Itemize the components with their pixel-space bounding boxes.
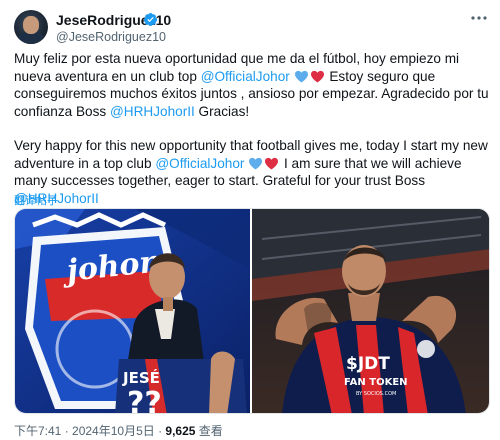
mention-link-hrhjohorii[interactable]: @HRHJohorII xyxy=(110,104,195,119)
avatar-face xyxy=(23,16,39,34)
blue-heart-emoji-icon xyxy=(249,157,263,170)
tweet-footer: 下午7:41 · 2024年10月5日 · 9,625 查看 xyxy=(14,422,223,439)
jersey-name: JESÉ xyxy=(122,368,160,387)
photo-player-in-kit[interactable]: $JDT FAN TOKEN BY SOCIOS.COM xyxy=(252,209,489,413)
tweet-paragraph-spanish: Muy feliz por esta nueva oportunidad que… xyxy=(14,50,490,120)
footer-separator: · xyxy=(61,424,73,438)
footer-separator: · xyxy=(154,424,166,438)
tweet-header: JeseRodriguez10 @JeseRodriguez10 xyxy=(0,0,500,48)
tweet-media-grid: johor JESÉ ?? $JDT FAN TOKEN BY SOCIOS.C… xyxy=(14,208,490,414)
red-heart-emoji-icon xyxy=(265,157,279,170)
photo-right-illustration: $JDT FAN TOKEN BY SOCIOS.COM xyxy=(252,209,489,413)
sponsor-sub-text: FAN TOKEN xyxy=(344,377,408,388)
sponsor-small-text: BY SOCIOS.COM xyxy=(356,391,396,397)
mention-link-officialjohor[interactable]: @OfficialJohor xyxy=(201,69,290,84)
more-options-icon[interactable] xyxy=(470,13,488,23)
tweet-text: Muy feliz por esta nueva oportunidad que… xyxy=(14,50,490,207)
mention-link-officialjohor[interactable]: @OfficialJohor xyxy=(155,156,244,171)
avatar[interactable] xyxy=(14,10,48,44)
author-handle[interactable]: @JeseRodriguez10 xyxy=(56,30,166,44)
tweet-paragraph-english: Very happy for this new opportunity that… xyxy=(14,137,490,207)
jersey-number: ?? xyxy=(127,386,162,414)
photo-player-with-jersey[interactable]: johor JESÉ ?? xyxy=(15,209,250,414)
tweet-text-segment: Gracias! xyxy=(194,103,250,119)
translate-post-link[interactable]: 翻译帖子 xyxy=(14,192,58,208)
verified-badge-icon xyxy=(143,12,158,27)
views-label: 查看 xyxy=(198,424,223,438)
post-time[interactable]: 下午7:41 xyxy=(14,424,61,438)
photo-left-illustration: johor JESÉ ?? xyxy=(15,209,250,414)
sponsor-main-text: $JDT xyxy=(346,354,390,374)
views-count: 9,625 xyxy=(165,424,196,438)
post-date[interactable]: 2024年10月5日 xyxy=(72,424,155,438)
red-heart-emoji-icon xyxy=(310,70,324,83)
blue-heart-emoji-icon xyxy=(294,70,308,83)
